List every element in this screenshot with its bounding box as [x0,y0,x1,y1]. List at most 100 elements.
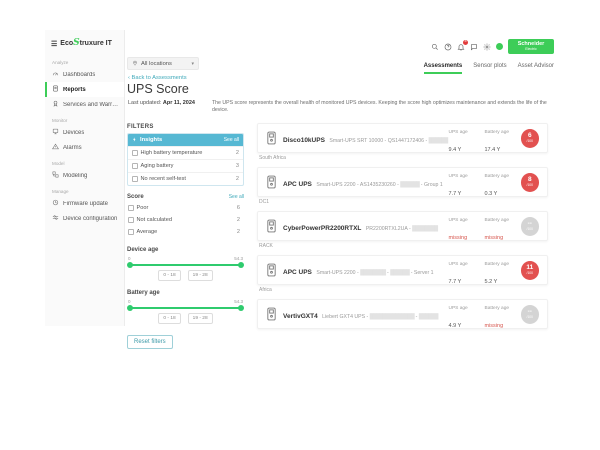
checkbox[interactable] [132,176,138,182]
sidebar-section-manage: Manage [52,189,118,194]
filters-panel: FILTERS Insights See all High battery te… [127,124,244,349]
back-link[interactable]: ‹ Back to Assessments [128,75,187,81]
notifications-icon[interactable]: 4 [457,43,465,51]
ups-age-value: 9.4 Y [449,147,462,153]
score-badge: 6/100 [521,129,540,148]
location-pin-icon [132,60,138,68]
device-subtitle: Smart-UPS 2200 - ████████ - ██████ - Ser… [316,270,433,276]
location-label: South Africa [259,155,548,162]
device-name: VertivGXT4 [283,313,318,320]
redacted-text: ████████ [412,226,437,232]
sidebar-item-services-and-warranties[interactable]: Services and Warranties [45,97,124,112]
sidebar-item-dashboards[interactable]: Dashboards [45,67,124,82]
score-badge: 8/100 [521,173,540,192]
gauge-icon [52,70,59,79]
checkbox[interactable] [132,163,138,169]
insights-see-all-link[interactable]: See all [224,137,239,143]
battery-age-label: Battery age [485,218,510,223]
filter-average[interactable]: Average 2 [127,226,244,238]
sidebar-item-reports[interactable]: Reports [45,82,124,97]
checkbox[interactable] [128,229,134,235]
tab-assessments[interactable]: Assessments [424,63,463,74]
filter-count: 2 [237,229,240,235]
redacted-text: ██████████████ [370,314,414,320]
slider-handle-low[interactable] [127,262,133,268]
tab-asset-advisor[interactable]: Asset Advisor [518,63,554,74]
device-subtitle: Liebert GXT4 UPS - ██████████████ - ████… [322,314,438,320]
notification-badge: 4 [463,40,468,45]
device-name: Disco10kUPS [283,137,325,144]
filter-count: 2 [236,150,239,156]
location-label: DC1 [259,199,548,206]
redacted-text: ████████ [360,270,385,276]
reset-filters-button[interactable]: Reset filters [127,335,173,349]
ups-card-apc-ups-1[interactable]: APC UPS Smart-UPS 2200 - AS1435230260 - … [257,167,548,197]
modeling-icon [52,171,59,180]
slider-handle-high[interactable] [238,262,244,268]
battery-age-input-high[interactable]: 19 - 28 [188,313,213,324]
menu-icon[interactable]: ☰ [51,40,57,48]
schneider-electric-logo: Schneider Electric [508,39,554,54]
score-see-all-link[interactable]: See all [229,194,244,200]
location-selector[interactable]: All locations ▾ [127,57,199,70]
ups-card-disco10kups[interactable]: Disco10kUPS Smart-UPS SRT 10000 - QS1447… [257,123,548,153]
battery-age-label: Battery age [485,306,510,311]
ups-icon [266,307,277,321]
filter-no-recent-self-test[interactable]: No recent self-test 2 [128,172,243,185]
app-logo: ☰ EcoStruxure IT [45,36,124,54]
page-title: UPS Score [127,82,189,96]
checkbox[interactable] [128,217,134,223]
ups-card-cyberpower[interactable]: CyberPowerPR2200RTXL PR2200RTXL2UA - ███… [257,211,548,241]
help-icon[interactable] [444,43,452,51]
slider-max: 54.3 [234,299,243,304]
sidebar-item-modeling[interactable]: Modeling [45,168,124,183]
ups-device-list: Disco10kUPS Smart-UPS SRT 10000 - QS1447… [257,123,548,329]
ups-age-label: UPS age [449,174,468,179]
feedback-icon[interactable] [470,43,478,51]
page-description: The UPS score represents the overall hea… [212,100,550,114]
ups-card-vertivgxt4[interactable]: VertivGXT4 Liebert GXT4 UPS - ██████████… [257,299,548,329]
device-subtitle: PR2200RTXL2UA - ████████ [366,226,438,232]
ups-icon [266,263,277,277]
battery-age-input-low[interactable]: 0 - 18 [158,313,180,324]
filter-aging-battery[interactable]: Aging battery 3 [128,159,243,172]
slider-track[interactable] [129,264,242,266]
report-icon [52,85,59,94]
redacted-text: ██████ [390,270,409,276]
slider-min: 0 [128,256,131,261]
checkbox[interactable] [132,150,138,156]
filter-poor[interactable]: Poor 6 [127,202,244,214]
ups-age-label: UPS age [449,130,468,135]
slider-handle-high[interactable] [238,305,244,311]
device-age-input-high[interactable]: 19 - 28 [188,270,213,281]
settings-gear-icon[interactable] [483,43,491,51]
checkbox[interactable] [128,205,134,211]
ups-card-apc-ups-2[interactable]: APC UPS Smart-UPS 2200 - ████████ - ████… [257,255,548,285]
device-age-slider[interactable]: 0 54.3 0 - 18 19 - 28 [127,256,244,281]
device-age-input-low[interactable]: 0 - 18 [158,270,180,281]
slider-handle-low[interactable] [127,305,133,311]
filter-count: 3 [236,163,239,169]
avatar[interactable] [496,43,503,50]
battery-age-value: 5.2 Y [485,279,498,285]
search-icon[interactable] [431,43,439,51]
sidebar: ☰ EcoStruxure IT Analyze Dashboards Repo… [45,30,125,326]
sidebar-item-devices[interactable]: Devices [45,125,124,140]
filter-high-battery-temperature[interactable]: High battery temperature 2 [128,146,243,159]
sidebar-item-device-configuration[interactable]: Device configuration [45,211,124,226]
alarm-warning-icon [52,143,59,152]
slider-track[interactable] [129,307,242,309]
ups-age-value: missing [449,235,468,241]
tab-sensor-plots[interactable]: Sensor plots [473,63,506,74]
filter-not-calculated[interactable]: Not calculated 2 [127,214,244,226]
battery-age-label: Battery age [485,262,510,267]
sidebar-item-alarms[interactable]: Alarms [45,140,124,155]
ups-icon [266,219,277,233]
redacted-text: ██████ [400,182,419,188]
sidebar-item-firmware-update[interactable]: Firmware update [45,196,124,211]
battery-age-value: 17.4 Y [485,147,501,153]
location-label: Africa [259,287,548,294]
score-badge: --/100 [521,217,540,236]
battery-age-slider[interactable]: 0 54.3 0 - 18 19 - 28 [127,299,244,324]
insights-header: Insights See all [128,134,243,146]
